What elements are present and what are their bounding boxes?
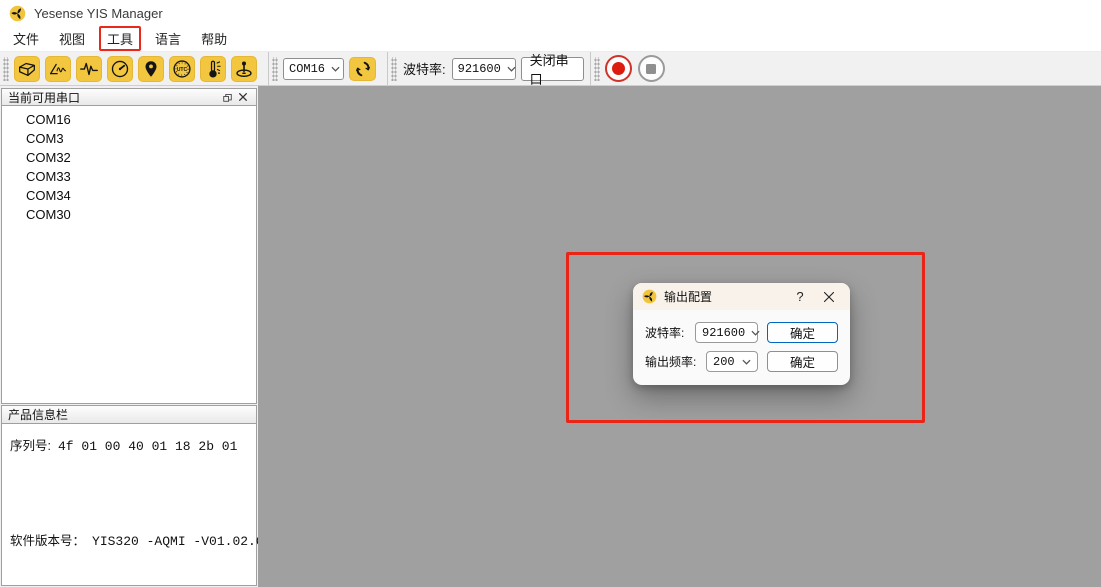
- svg-text:UTC: UTC: [177, 67, 188, 73]
- content-area: 当前可用串口 COM16 COM3 COM32 COM33 COM34 COM3…: [0, 86, 1101, 587]
- thermometer-icon: [202, 58, 224, 80]
- main-toolbar: UTC COM16: [0, 52, 1101, 86]
- utc-clock-button[interactable]: UTC: [169, 56, 195, 82]
- port-list-item[interactable]: COM34: [2, 186, 256, 205]
- baud-rate-row: 波特率: 921600 确定: [645, 322, 838, 343]
- chevron-down-icon: [331, 66, 340, 72]
- port-list-item[interactable]: COM32: [2, 148, 256, 167]
- gauge-icon: [109, 58, 131, 80]
- menu-file[interactable]: 文件: [7, 26, 45, 51]
- baud-rate-select[interactable]: 921600: [452, 58, 516, 80]
- software-version-value: YIS320 -AQMI -V01.02.03;: [92, 534, 279, 549]
- product-info-panel: 序列号: 4f 01 00 40 01 18 2b 01 软件版本号： YIS3…: [1, 424, 257, 586]
- location-pin-icon: [140, 58, 162, 80]
- output-config-dialog: 输出配置 ? 波特率: 921600 确定 输出频率: 200: [633, 283, 850, 385]
- dialog-baud-value: 921600: [702, 326, 745, 340]
- utc-clock-icon: UTC: [171, 58, 193, 80]
- close-port-button[interactable]: 关闭串口: [521, 57, 584, 81]
- waveform-view-button[interactable]: [76, 56, 102, 82]
- chevron-down-icon: [751, 330, 760, 336]
- toolbar-drag-handle[interactable]: [594, 57, 600, 81]
- serial-number-label: 序列号:: [10, 435, 51, 454]
- float-panel-button[interactable]: [219, 90, 235, 104]
- baud-rate-label: 波特率:: [403, 59, 446, 78]
- refresh-ports-button[interactable]: [349, 57, 376, 81]
- baud-confirm-button[interactable]: 确定: [767, 322, 838, 343]
- menu-view[interactable]: 视图: [53, 26, 91, 51]
- left-dock-panel: 当前可用串口 COM16 COM3 COM32 COM33 COM34 COM3…: [0, 86, 258, 587]
- output-rate-row: 输出频率: 200 确定: [645, 351, 838, 372]
- baud-rate-value: 921600: [458, 62, 501, 76]
- cube-icon: [16, 58, 38, 80]
- close-icon: [823, 291, 835, 303]
- available-ports-list: COM16 COM3 COM32 COM33 COM34 COM30: [1, 106, 257, 404]
- chevron-down-icon: [742, 359, 751, 365]
- dialog-logo-icon: [642, 289, 657, 304]
- close-icon: [238, 92, 248, 102]
- window-title: Yesense YIS Manager: [34, 6, 163, 21]
- dialog-output-rate-label: 输出频率:: [645, 353, 706, 370]
- ports-panel-header: 当前可用串口: [1, 88, 257, 106]
- ports-panel-title: 当前可用串口: [8, 89, 80, 106]
- port-list-item[interactable]: COM16: [2, 110, 256, 129]
- cube-view-button[interactable]: [14, 56, 40, 82]
- position-marker-icon: [233, 58, 255, 80]
- app-logo-icon: [9, 5, 26, 22]
- stop-icon: [646, 64, 656, 74]
- toolbar-drag-handle[interactable]: [272, 57, 278, 81]
- toolbar-drag-handle[interactable]: [3, 57, 9, 81]
- dialog-title: 输出配置: [664, 288, 782, 305]
- dialog-baud-select[interactable]: 921600: [695, 322, 758, 343]
- port-list-item[interactable]: COM33: [2, 167, 256, 186]
- refresh-arrows-icon: [353, 59, 373, 79]
- gauge-view-button[interactable]: [107, 56, 133, 82]
- dialog-close-button[interactable]: [818, 291, 840, 303]
- dialog-titlebar: 输出配置 ?: [633, 283, 850, 310]
- toolbar-group-views: UTC: [0, 52, 268, 85]
- dialog-help-button[interactable]: ?: [789, 289, 811, 304]
- info-panel-title: 产品信息栏: [8, 406, 68, 423]
- toolbar-group-baud: 波特率: 921600 关闭串口: [387, 52, 590, 85]
- software-version-label: 软件版本号：: [10, 530, 85, 549]
- menu-bar: 文件 视图 工具 语言 帮助: [0, 26, 1101, 52]
- menu-help[interactable]: 帮助: [195, 26, 233, 51]
- dialog-body: 波特率: 921600 确定 输出频率: 200 确定: [633, 310, 850, 372]
- toolbar-group-record: [590, 52, 677, 85]
- port-select[interactable]: COM16: [283, 58, 344, 80]
- position-marker-button[interactable]: [231, 56, 257, 82]
- software-version-row: 软件版本号： YIS320 -AQMI -V01.02.03;: [10, 530, 248, 549]
- window-titlebar: Yesense YIS Manager: [0, 0, 1101, 26]
- serial-number-value: 4f 01 00 40 01 18 2b 01: [58, 439, 237, 454]
- chevron-down-icon: [507, 66, 516, 72]
- dialog-output-rate-value: 200: [713, 355, 735, 369]
- signal-waveform-icon: [78, 58, 100, 80]
- toolbar-drag-handle[interactable]: [391, 57, 397, 81]
- close-panel-button[interactable]: [235, 90, 251, 104]
- attitude-view-button[interactable]: [45, 56, 71, 82]
- record-icon: [612, 62, 625, 75]
- toolbar-group-port: COM16: [268, 52, 387, 85]
- output-rate-confirm-button[interactable]: 确定: [767, 351, 838, 372]
- serial-number-row: 序列号: 4f 01 00 40 01 18 2b 01: [10, 435, 248, 454]
- record-button[interactable]: [605, 55, 632, 82]
- location-view-button[interactable]: [138, 56, 164, 82]
- menu-tools[interactable]: 工具: [99, 26, 141, 51]
- dialog-output-rate-select[interactable]: 200: [706, 351, 758, 372]
- dialog-baud-label: 波特率:: [645, 324, 695, 341]
- port-list-item[interactable]: COM30: [2, 205, 256, 224]
- attitude-waveform-icon: [47, 58, 69, 80]
- info-panel-header: 产品信息栏: [1, 405, 257, 424]
- port-list-item[interactable]: COM3: [2, 129, 256, 148]
- thermometer-view-button[interactable]: [200, 56, 226, 82]
- float-panel-icon: [222, 92, 233, 103]
- stop-button[interactable]: [638, 55, 665, 82]
- menu-language[interactable]: 语言: [149, 26, 187, 51]
- port-select-value: COM16: [289, 62, 325, 76]
